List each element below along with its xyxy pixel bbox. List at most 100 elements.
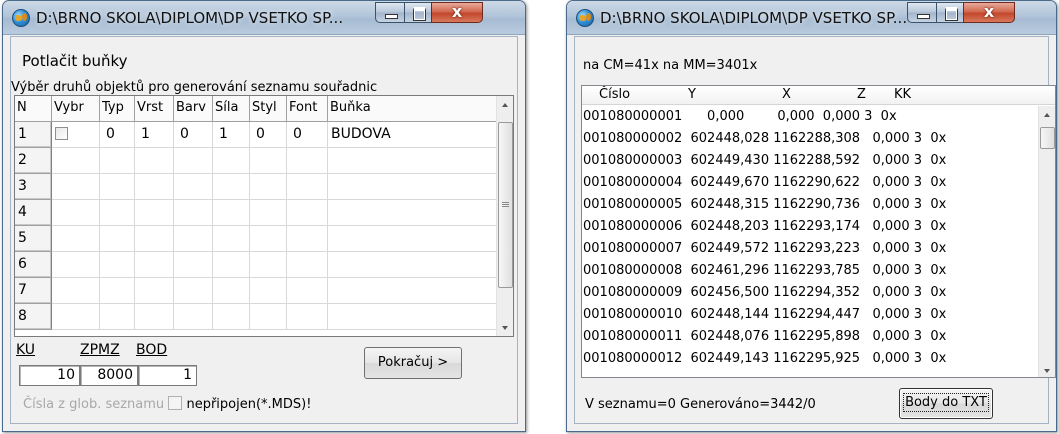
scroll-down-arrow-icon[interactable]: [497, 319, 513, 336]
grid-row[interactable]: 7: [15, 278, 497, 304]
list-item[interactable]: 001080000009 602456,500 1162294,352 0,00…: [582, 282, 1040, 304]
cell-vybr[interactable]: [52, 122, 100, 148]
cell-bunka[interactable]: [328, 304, 497, 330]
cell-vrst[interactable]: [135, 174, 174, 200]
cell-bunka[interactable]: [328, 252, 497, 278]
cell-barv[interactable]: [174, 252, 213, 278]
cell-barv[interactable]: [174, 226, 213, 252]
grid-row[interactable]: 3: [15, 174, 497, 200]
cell-vrst[interactable]: [135, 304, 174, 330]
cell-typ[interactable]: [100, 200, 135, 226]
cell-vybr[interactable]: [52, 278, 100, 304]
maximize-button[interactable]: [404, 2, 432, 23]
cell-n[interactable]: 3: [15, 174, 52, 200]
cell-styl[interactable]: [250, 304, 287, 330]
list-scrollbar[interactable]: [1038, 106, 1055, 377]
cell-sila[interactable]: [213, 278, 250, 304]
cell-n[interactable]: 2: [15, 148, 52, 174]
cell-n[interactable]: 1: [15, 122, 52, 148]
cell-n[interactable]: 5: [15, 226, 52, 252]
scroll-down-arrow-icon[interactable]: [1039, 362, 1055, 377]
scroll-thumb[interactable]: [498, 122, 513, 288]
grid-row[interactable]: 5: [15, 226, 497, 252]
cell-styl[interactable]: [250, 278, 287, 304]
column-header-typ[interactable]: Typ: [100, 96, 135, 122]
list-item[interactable]: 001080000007 602449,572 1162293,223 0,00…: [582, 238, 1040, 260]
cell-bunka[interactable]: [328, 226, 497, 252]
minimize-button[interactable]: [375, 2, 405, 23]
cell-sila[interactable]: [213, 226, 250, 252]
object-type-grid[interactable]: N Vybr Typ Vrst Barv Síla Styl Font Buňka 1 0 1 0 1 0 0…: [14, 95, 514, 337]
cell-font[interactable]: [287, 226, 328, 252]
export-txt-button[interactable]: Body do TXT: [899, 388, 993, 419]
cell-n[interactable]: 7: [15, 278, 52, 304]
column-header-y[interactable]: Y: [688, 86, 782, 104]
cell-bunka[interactable]: BUDOVA: [328, 122, 497, 148]
cell-font[interactable]: [287, 304, 328, 330]
list-item[interactable]: 001080000006 602448,203 1162293,174 0,00…: [582, 216, 1040, 238]
cell-n[interactable]: 8: [15, 304, 52, 330]
title-bar[interactable]: D:\BRNO SKOLA\DIPLOM\DP VSETKO SP...: [3, 1, 525, 35]
cell-sila[interactable]: [213, 200, 250, 226]
cell-vrst[interactable]: [135, 148, 174, 174]
cell-styl[interactable]: 0: [250, 122, 287, 148]
column-header-font[interactable]: Font: [287, 96, 328, 122]
list-item[interactable]: 001080000001 0,000 0,000 0,000 3 0x: [582, 106, 1040, 128]
grid-scrollbar[interactable]: [496, 96, 513, 336]
close-button[interactable]: [431, 2, 483, 23]
cell-barv[interactable]: [174, 148, 213, 174]
cell-vybr[interactable]: [52, 252, 100, 278]
cell-bunka[interactable]: [328, 148, 497, 174]
cell-bunka[interactable]: [328, 278, 497, 304]
cell-typ[interactable]: [100, 174, 135, 200]
column-header-vybr[interactable]: Vybr: [52, 96, 100, 122]
cell-font[interactable]: [287, 148, 328, 174]
title-bar[interactable]: D:\BRNO SKOLA\DIPLOM\DP VSETKO SP...: [567, 1, 1056, 35]
column-header-bunka[interactable]: Buňka: [328, 96, 497, 122]
cell-typ[interactable]: [100, 226, 135, 252]
list-item[interactable]: 001080000004 602449,670 1162290,622 0,00…: [582, 172, 1040, 194]
cell-font[interactable]: [287, 252, 328, 278]
cell-vybr[interactable]: [52, 148, 100, 174]
scroll-up-arrow-icon[interactable]: [1039, 106, 1055, 123]
list-item[interactable]: 001080000002 602448,028 1162288,308 0,00…: [582, 128, 1040, 150]
cell-vybr[interactable]: [52, 304, 100, 330]
grid-row[interactable]: 2: [15, 148, 497, 174]
cell-vrst[interactable]: [135, 200, 174, 226]
list-item[interactable]: 001080000008 602461,296 1162293,785 0,00…: [582, 260, 1040, 282]
column-header-cislo[interactable]: Číslo: [582, 86, 688, 104]
cell-barv[interactable]: [174, 200, 213, 226]
ku-input[interactable]: 10: [19, 365, 80, 386]
grid-row[interactable]: 1 0 1 0 1 0 0 BUDOVA: [15, 122, 497, 148]
scroll-thumb[interactable]: [1040, 127, 1055, 149]
cell-bunka[interactable]: [328, 174, 497, 200]
cell-font[interactable]: [287, 200, 328, 226]
cell-typ[interactable]: 0: [100, 122, 135, 148]
cell-styl[interactable]: [250, 226, 287, 252]
list-item[interactable]: 001080000012 602449,143 1162295,925 0,00…: [582, 348, 1040, 370]
column-header-sila[interactable]: Síla: [213, 96, 250, 122]
column-header-x[interactable]: X: [782, 86, 857, 104]
cell-sila[interactable]: [213, 252, 250, 278]
cell-n[interactable]: 6: [15, 252, 52, 278]
minimize-button[interactable]: [907, 2, 937, 23]
cell-bunka[interactable]: [328, 200, 497, 226]
coordinate-list[interactable]: Číslo Y X Z KK 001080000001 0,000 0,000 …: [581, 85, 1056, 378]
cell-vrst[interactable]: [135, 278, 174, 304]
cell-vybr[interactable]: [52, 174, 100, 200]
cell-font[interactable]: [287, 278, 328, 304]
cell-typ[interactable]: [100, 252, 135, 278]
column-header-styl[interactable]: Styl: [250, 96, 287, 122]
cell-sila[interactable]: 1: [213, 122, 250, 148]
column-header-barv[interactable]: Barv: [174, 96, 213, 122]
column-header-kk[interactable]: KK: [894, 86, 934, 104]
cell-barv[interactable]: [174, 278, 213, 304]
cell-vybr[interactable]: [52, 226, 100, 252]
cell-vrst[interactable]: [135, 252, 174, 278]
cell-typ[interactable]: [100, 304, 135, 330]
column-header-vrst[interactable]: Vrst: [135, 96, 174, 122]
cell-n[interactable]: 4: [15, 200, 52, 226]
zpmz-input[interactable]: 8000: [80, 365, 138, 386]
cell-typ[interactable]: [100, 148, 135, 174]
cell-font[interactable]: 0: [287, 122, 328, 148]
